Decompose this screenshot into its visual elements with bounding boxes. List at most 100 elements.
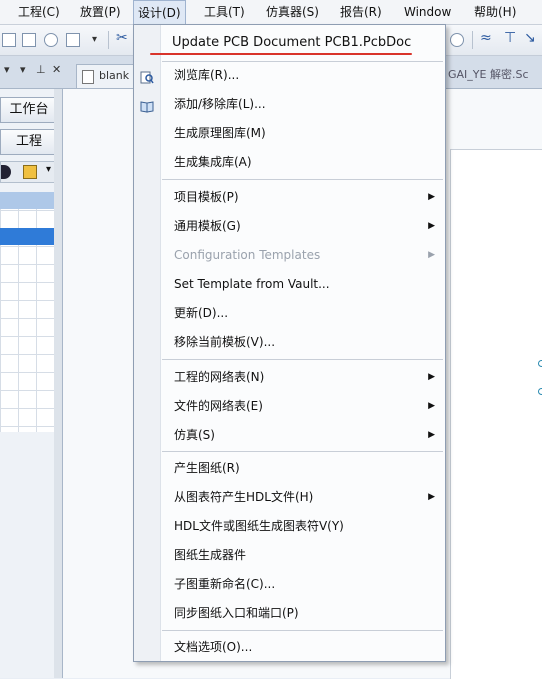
submenu-arrow-icon: ▶ [428, 430, 435, 440]
menu-item-label: 从图表符产生HDL文件(H) [174, 490, 314, 504]
menu-item-create-sheet[interactable]: 产生图纸(R) [134, 456, 445, 480]
menu-item-update[interactable]: 更新(D)... [134, 301, 445, 325]
menu-item-project-netlist[interactable]: 工程的网络表(N) ▶ [134, 365, 445, 389]
menu-design[interactable]: 设计(D) [133, 0, 186, 24]
menu-item-label: 更新(D)... [174, 306, 229, 320]
view-icon[interactable] [1, 165, 11, 179]
tool-icon[interactable] [66, 33, 80, 47]
menu-item-remove-current-template[interactable]: 移除当前模板(V)... [134, 330, 445, 354]
project-button[interactable]: 工程 [0, 129, 58, 155]
dropdown-arrow-icon[interactable]: ▾ [46, 164, 51, 175]
menu-item-label: Update PCB Document PCB1.PcbDoc [172, 35, 412, 50]
submenu-arrow-icon: ▶ [428, 221, 435, 231]
menu-place[interactable]: 放置(P) [80, 0, 121, 24]
dropdown-arrow-icon[interactable]: ▾ [92, 34, 97, 45]
menu-item-update-pcb[interactable]: Update PCB Document PCB1.PcbDoc [134, 31, 445, 55]
menu-item-label: 子图重新命名(C)... [174, 577, 276, 591]
panel-dropdown-icon[interactable]: ▾ [20, 63, 26, 76]
menu-item-label: 添加/移除库(L)... [174, 97, 266, 111]
menu-reports[interactable]: 报告(R) [340, 0, 382, 24]
menu-project[interactable]: 工程(C) [18, 0, 60, 24]
menu-item-label: 通用模板(G) [174, 219, 241, 233]
tab-label: GAI_YE 解密.Sc [448, 68, 529, 81]
tool-icon[interactable] [22, 33, 36, 47]
menu-separator [162, 451, 443, 452]
folder-icon[interactable] [23, 165, 37, 179]
menu-item-label: Set Template from Vault... [174, 277, 330, 291]
menu-item-rename-child-sheet[interactable]: 子图重新命名(C)... [134, 572, 445, 596]
wire-icon[interactable]: ≈ [480, 30, 492, 46]
submenu-arrow-icon: ▶ [428, 192, 435, 202]
menu-item-label: Configuration Templates [174, 248, 321, 262]
menu-item-label: 工程的网络表(N) [174, 370, 265, 384]
menu-simulator[interactable]: 仿真器(S) [266, 0, 319, 24]
schematic-sheet[interactable] [450, 149, 542, 679]
panel-toolbar: ▾ [0, 161, 58, 183]
menu-item-label: HDL文件或图纸生成图表符V(Y) [174, 519, 344, 533]
menu-item-label: 仿真(S) [174, 428, 215, 442]
menu-item-make-integrated-library[interactable]: 生成集成库(A) [134, 150, 445, 174]
menu-item-general-templates[interactable]: 通用模板(G) ▶ [134, 214, 445, 238]
tab-blank[interactable]: blank [76, 64, 136, 88]
menu-separator [162, 630, 443, 631]
port-marker [538, 388, 542, 395]
menu-item-project-templates[interactable]: 项目模板(P) ▶ [134, 185, 445, 209]
port-marker [538, 360, 542, 367]
add-remove-library-icon [140, 97, 154, 113]
menu-item-sync-sheet-entries[interactable]: 同步图纸入口和端口(P) [134, 601, 445, 625]
design-menu: Update PCB Document PCB1.PcbDoc 浏览库(R)..… [133, 24, 446, 662]
tree-row[interactable] [0, 192, 54, 209]
menu-item-label: 项目模板(P) [174, 190, 239, 204]
menu-item-label: 产生图纸(R) [174, 461, 240, 475]
menu-item-label: 移除当前模板(V)... [174, 335, 276, 349]
zoom-icon[interactable] [450, 33, 464, 47]
zoom-icon[interactable] [44, 33, 58, 47]
menu-item-document-options[interactable]: 文档选项(O)... [134, 635, 445, 659]
menu-item-add-remove-library[interactable]: 添加/移除库(L)... [134, 92, 445, 116]
pin-icon[interactable]: ⊥ [36, 63, 46, 76]
close-icon[interactable]: ✕ [52, 63, 61, 76]
menu-bar: 工程(C) 放置(P) 设计(D) 工具(T) 仿真器(S) 报告(R) Win… [0, 0, 542, 25]
toolbar-separator [472, 31, 473, 49]
menu-item-document-netlist[interactable]: 文件的网络表(E) ▶ [134, 394, 445, 418]
menu-item-label: 图纸生成器件 [174, 548, 247, 562]
menu-item-label: 文档选项(O)... [174, 640, 253, 654]
highlight-underline [150, 53, 412, 55]
document-icon [82, 70, 94, 84]
menu-item-label: 同步图纸入口和端口(P) [174, 606, 299, 620]
bus-icon[interactable]: ↘ [524, 30, 536, 46]
menu-item-configuration-templates: Configuration Templates ▶ [134, 243, 445, 267]
menu-tools[interactable]: 工具(T) [204, 0, 245, 24]
menu-window[interactable]: Window [404, 0, 451, 24]
tree-row-selected[interactable] [0, 228, 54, 245]
menu-separator [162, 179, 443, 180]
menu-help[interactable]: 帮助(H) [474, 0, 516, 24]
tab-schematic[interactable]: GAI_YE 解密.Sc [448, 64, 542, 88]
panel-scrollbar[interactable] [54, 89, 62, 678]
cut-icon[interactable]: ✂ [116, 30, 128, 46]
menu-item-create-hdl-from-symbol[interactable]: 从图表符产生HDL文件(H) ▶ [134, 485, 445, 509]
menu-item-browse-library[interactable]: 浏览库(R)... [134, 63, 445, 87]
menu-separator [162, 61, 443, 62]
menu-item-label: 生成原理图库(M) [174, 126, 266, 140]
menu-item-label: 文件的网络表(E) [174, 399, 263, 413]
menu-separator [162, 359, 443, 360]
submenu-arrow-icon: ▶ [428, 372, 435, 382]
menu-item-simulate[interactable]: 仿真(S) ▶ [134, 423, 445, 447]
menu-item-label: 浏览库(R)... [174, 68, 240, 82]
browse-library-icon [140, 68, 154, 84]
toolbar-separator [108, 31, 109, 49]
tool-icon[interactable] [2, 33, 16, 47]
menu-item-set-template-from-vault[interactable]: Set Template from Vault... [134, 272, 445, 296]
submenu-arrow-icon: ▶ [428, 492, 435, 502]
tab-label: blank [99, 69, 130, 82]
menu-item-create-symbol-from-hdl[interactable]: HDL文件或图纸生成图表符V(Y) [134, 514, 445, 538]
submenu-arrow-icon: ▶ [428, 401, 435, 411]
menu-item-label: 生成集成库(A) [174, 155, 252, 169]
menu-item-make-schematic-library[interactable]: 生成原理图库(M) [134, 121, 445, 145]
net-label-icon[interactable]: ⊤ [504, 30, 516, 46]
submenu-arrow-icon: ▶ [428, 250, 435, 260]
panel-menu-icon[interactable]: ▾ [4, 63, 10, 76]
menu-item-sheet-to-component[interactable]: 图纸生成器件 [134, 543, 445, 567]
workspace-button[interactable]: 工作台 [0, 97, 58, 123]
